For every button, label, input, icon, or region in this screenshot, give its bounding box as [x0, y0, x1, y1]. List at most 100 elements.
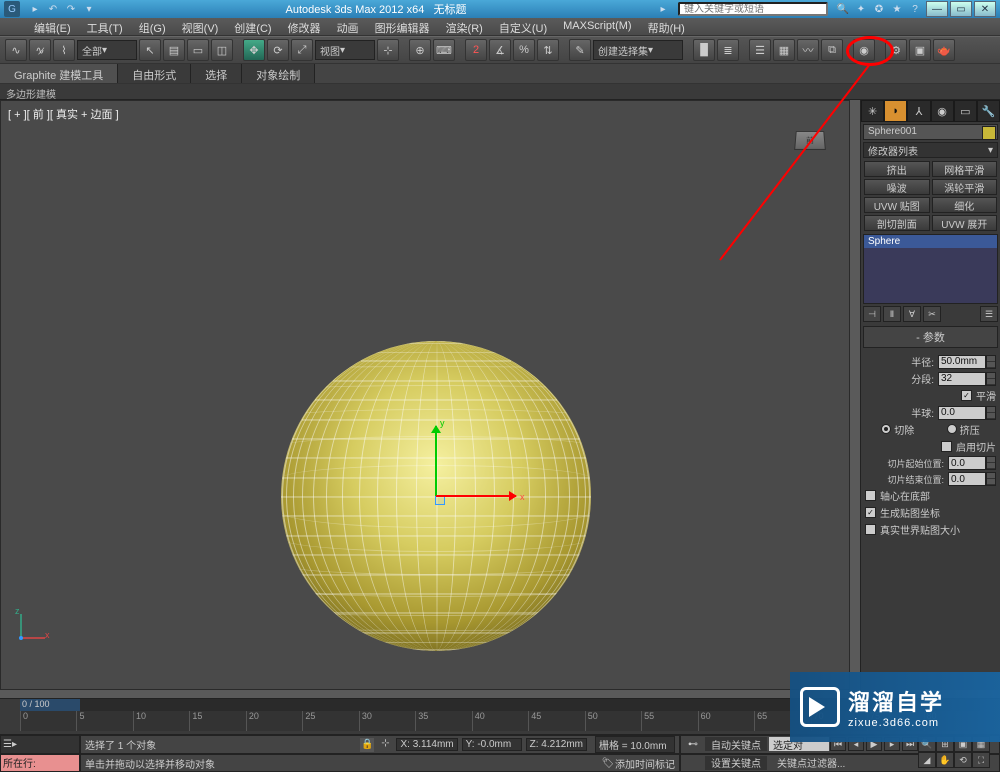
stack-item-sphere[interactable]: Sphere — [864, 235, 997, 248]
menu-edit[interactable]: 编辑(E) — [26, 18, 79, 35]
window-crossing-icon[interactable]: ◫ — [211, 39, 233, 61]
pin-stack-icon[interactable]: ⊣ — [863, 306, 881, 322]
key-mode-icon[interactable]: ⊷ — [683, 739, 703, 750]
menu-views[interactable]: 视图(V) — [174, 18, 227, 35]
menu-help[interactable]: 帮助(H) — [640, 18, 693, 35]
menu-maxscript[interactable]: MAXScript(M) — [555, 18, 639, 35]
btn-slice[interactable]: 剖切剖面 — [864, 215, 930, 231]
gizmo-y-axis[interactable] — [435, 426, 437, 496]
close-button[interactable]: ✕ — [974, 1, 996, 17]
menu-modifiers[interactable]: 修改器 — [280, 18, 329, 35]
btn-noise[interactable]: 噪波 — [864, 179, 930, 195]
schematic-view-icon[interactable]: ⧉ — [821, 39, 843, 61]
help-icon[interactable]: ? — [907, 2, 923, 16]
spinner-radius[interactable] — [986, 355, 996, 369]
select-by-name-icon[interactable]: ▤ — [163, 39, 185, 61]
spinner-hemisphere[interactable] — [986, 406, 996, 420]
input-radius[interactable]: 50.0mm — [938, 355, 986, 369]
coord-y-field[interactable]: Y: -0.0mm — [462, 738, 522, 751]
input-slice-from[interactable]: 0.0 — [948, 456, 986, 470]
render-setup-icon[interactable]: ⚙ — [885, 39, 907, 61]
lock-selection-icon[interactable]: 🔒 — [360, 738, 374, 752]
checkbox-smooth[interactable]: ✓ — [961, 390, 972, 401]
layers-icon[interactable]: ☰ — [749, 39, 771, 61]
remove-mod-icon[interactable]: ✂ — [923, 306, 941, 322]
snap-percent-icon[interactable]: % — [513, 39, 535, 61]
snap-angle-icon[interactable]: ∡ — [489, 39, 511, 61]
unique-icon[interactable]: ∀ — [903, 306, 921, 322]
select-object-icon[interactable]: ↖ — [139, 39, 161, 61]
configure-sets-icon[interactable]: ☰ — [980, 306, 998, 322]
tick-10[interactable]: 10 — [133, 711, 189, 731]
qat-drop-icon[interactable]: ▾ — [81, 2, 97, 16]
search-icon[interactable]: 🔍 — [835, 2, 851, 16]
input-slice-to[interactable]: 0.0 — [948, 472, 986, 486]
exchange-icon[interactable]: ✪ — [871, 2, 887, 16]
favorites-icon[interactable]: ★ — [889, 2, 905, 16]
object-color-swatch[interactable] — [982, 126, 996, 140]
coord-mode-icon[interactable]: ⊹ — [378, 738, 392, 751]
ribbon-tab-freeform[interactable]: 自由形式 — [118, 64, 191, 83]
modifier-list-combo[interactable]: 修改器列表▾ — [863, 142, 998, 158]
edit-named-sel-icon[interactable]: ✎ — [569, 39, 591, 61]
rollout-header[interactable]: - 参数 — [863, 326, 998, 348]
btn-meshsmooth[interactable]: 网格平滑 — [932, 161, 998, 177]
btn-uvw-unwrap[interactable]: UVW 展开 — [932, 215, 998, 231]
tick-15[interactable]: 15 — [189, 711, 245, 731]
input-hemisphere[interactable]: 0.0 — [938, 406, 986, 420]
curve-editor-icon[interactable]: 〰 — [797, 39, 819, 61]
minimize-button[interactable]: — — [926, 1, 948, 17]
radio-chop[interactable]: 切除 — [881, 422, 914, 437]
auto-key-button[interactable]: 自动关键点 — [705, 737, 767, 751]
material-editor-icon[interactable]: ◉ — [853, 39, 875, 61]
select-manipulate-icon[interactable]: ⊕ — [409, 39, 431, 61]
ribbon-tab-modeling[interactable]: Graphite 建模工具 — [0, 64, 118, 83]
app-icon[interactable]: G — [4, 1, 20, 17]
orbit-icon[interactable]: ⟲ — [954, 752, 972, 768]
frame-indicator[interactable]: 0 / 100 — [20, 699, 80, 711]
maxscript-mini-icon[interactable]: ☰▸ — [0, 735, 80, 754]
snap-2d-icon[interactable]: 2 — [465, 39, 487, 61]
mirror-icon[interactable]: ▐▌ — [693, 39, 715, 61]
keyboard-shortcut-icon[interactable]: ⌨ — [433, 39, 455, 61]
selection-filter-combo[interactable]: 全部 ▾ — [77, 40, 137, 60]
fov-icon[interactable]: ◢ — [918, 752, 936, 768]
viewport-label[interactable]: [ + ][ 前 ][ 真实 + 边面 ] — [8, 106, 119, 122]
subscription-icon[interactable]: ✦ — [853, 2, 869, 16]
time-tag-icon[interactable]: 🏷 — [601, 758, 615, 769]
render-production-icon[interactable]: 🫖 — [933, 39, 955, 61]
show-end-icon[interactable]: Ⅱ — [883, 306, 901, 322]
select-rotate-icon[interactable]: ⟳ — [267, 39, 289, 61]
checkbox-real-world[interactable] — [865, 524, 876, 535]
graphite-toggle-icon[interactable]: ▦ — [773, 39, 795, 61]
btn-tessellate[interactable]: 细化 — [932, 197, 998, 213]
tab-utilities-icon[interactable]: 🔧 — [977, 100, 1000, 122]
coord-x-field[interactable]: X: 3.114mm — [396, 738, 457, 751]
tick-20[interactable]: 20 — [246, 711, 302, 731]
pan-icon[interactable]: ✋ — [936, 752, 954, 768]
tick-25[interactable]: 25 — [302, 711, 358, 731]
tick-50[interactable]: 50 — [585, 711, 641, 731]
align-icon[interactable]: ≣ — [717, 39, 739, 61]
undo-icon[interactable]: ↶ — [45, 2, 61, 16]
scene-object-sphere[interactable]: x y — [281, 341, 591, 651]
ref-coord-combo[interactable]: 视图 ▾ — [315, 40, 375, 60]
tick-45[interactable]: 45 — [528, 711, 584, 731]
select-region-icon[interactable]: ▭ — [187, 39, 209, 61]
radio-squash[interactable]: 挤压 — [947, 422, 980, 437]
select-scale-icon[interactable]: ⤢ — [291, 39, 313, 61]
viewcube[interactable]: 前 — [790, 120, 830, 160]
tick-0[interactable]: 0 — [20, 711, 76, 731]
unlink-icon[interactable]: ∿̷ — [29, 39, 51, 61]
ribbon-tab-selection[interactable]: 选择 — [191, 64, 242, 83]
infocenter-arrow-icon[interactable]: ▸ — [655, 2, 671, 16]
menu-group[interactable]: 组(G) — [131, 18, 174, 35]
tb-new-icon[interactable]: ▸ — [27, 2, 43, 16]
rendered-frame-icon[interactable]: ▣ — [909, 39, 931, 61]
tab-hierarchy-icon[interactable]: ⅄ — [907, 100, 930, 122]
max-toggle-icon[interactable]: ⛶ — [972, 752, 990, 768]
use-pivot-icon[interactable]: ⊹ — [377, 39, 399, 61]
add-time-tag[interactable]: 添加时间标记 — [615, 756, 675, 771]
spinner-snap-icon[interactable]: ⇅ — [537, 39, 559, 61]
tick-30[interactable]: 30 — [359, 711, 415, 731]
